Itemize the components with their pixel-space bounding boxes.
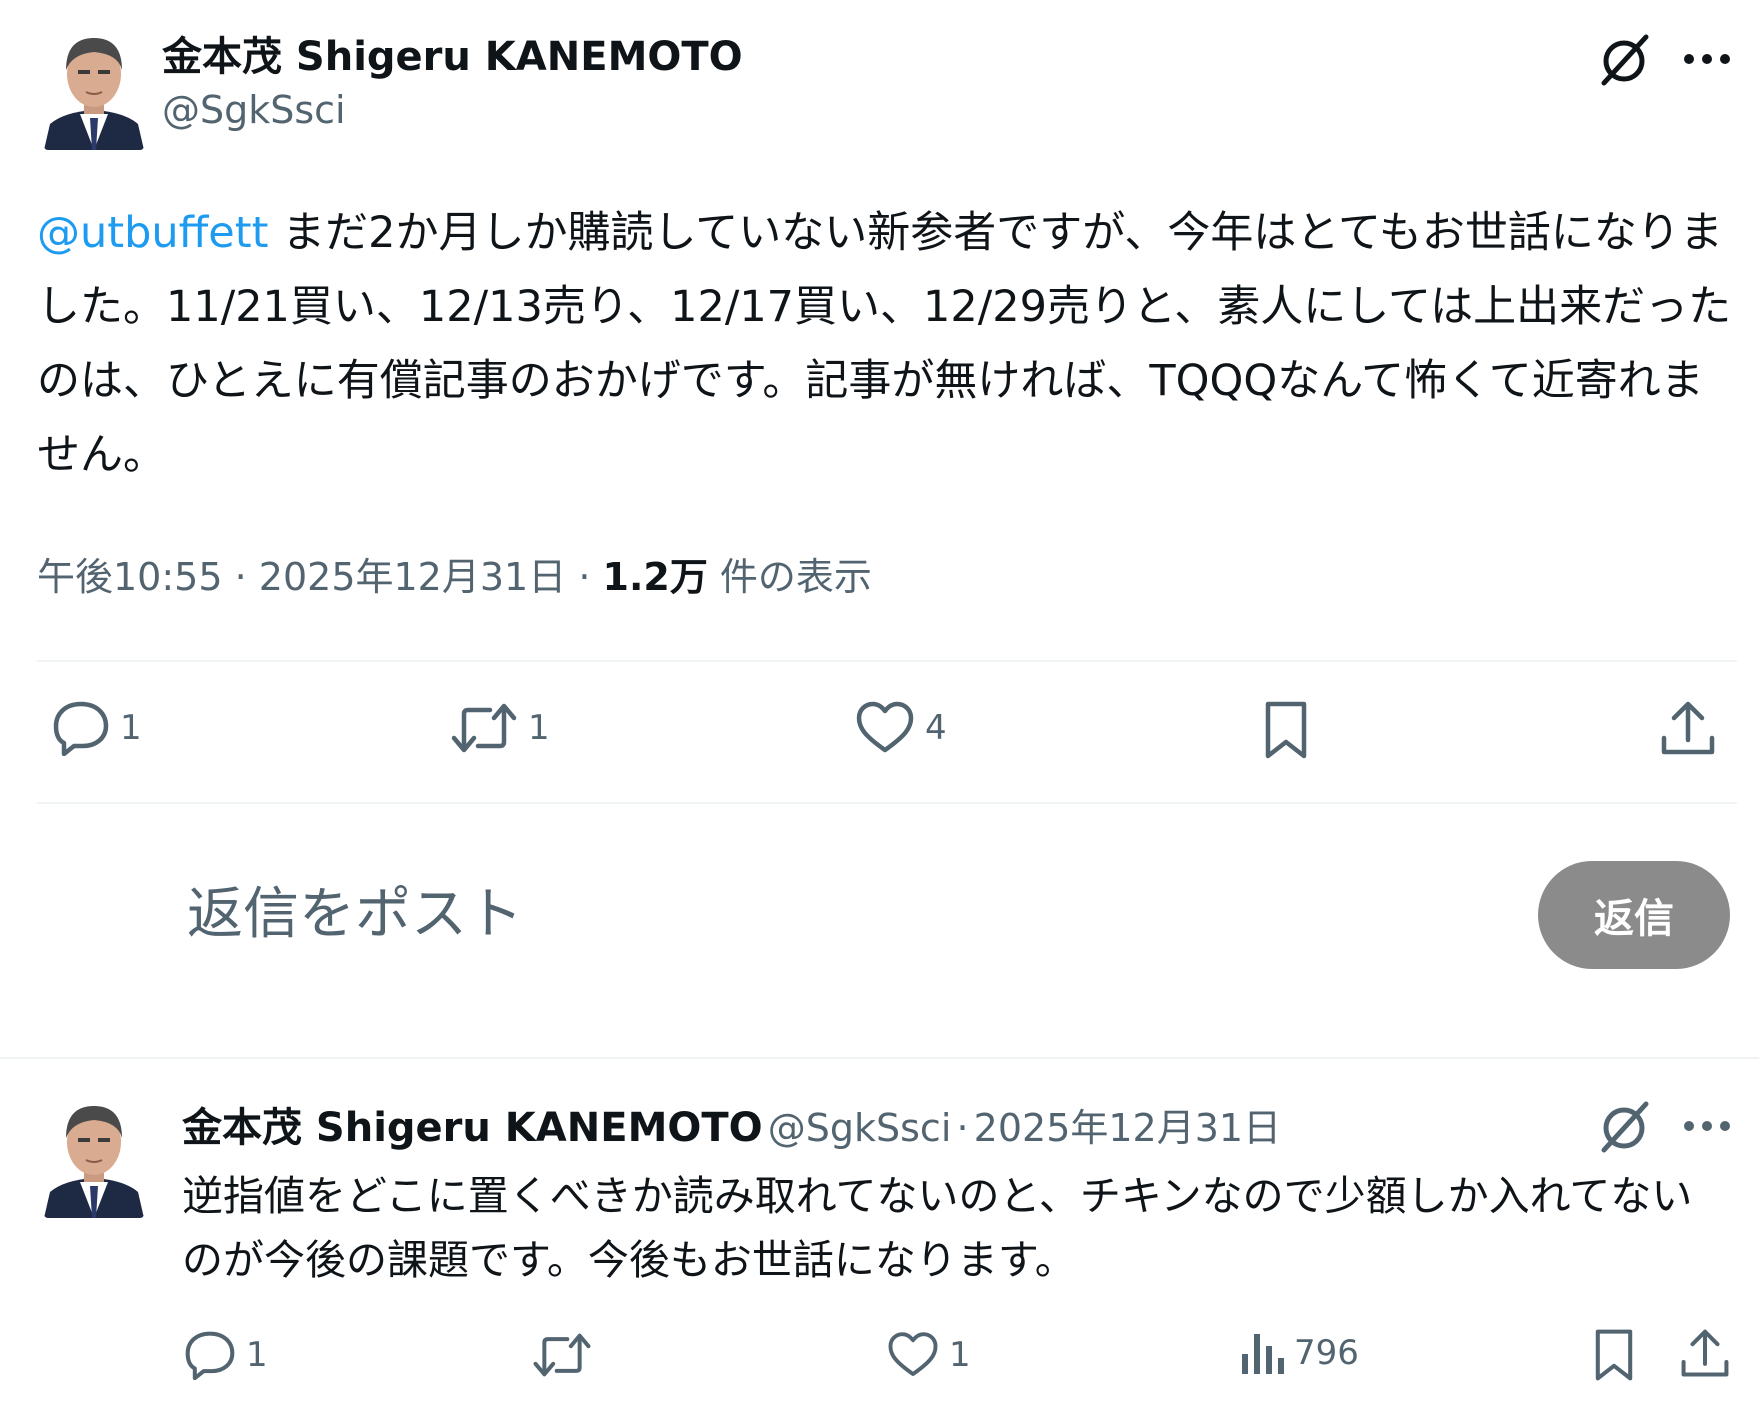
reply-submit-button[interactable]: 返信 — [1538, 861, 1730, 969]
divider — [37, 802, 1737, 804]
reply-bookmark-button[interactable] — [1592, 1328, 1636, 1382]
reply-button[interactable]: 1 — [52, 700, 142, 756]
divider — [37, 660, 1737, 662]
share-button[interactable] — [1660, 700, 1716, 758]
reply-author-avatar[interactable] — [44, 1094, 144, 1218]
tweet-date[interactable]: 2025年12月31日 — [259, 555, 566, 599]
speech-bubble-icon — [53, 701, 109, 756]
tweet-time[interactable]: 午後10:55 — [37, 555, 223, 599]
reply-like-count: 1 — [949, 1335, 971, 1375]
bar-chart-icon — [1242, 1334, 1284, 1374]
reply-text: 逆指値をどこに置くべきか読み取れてないのと、チキンなので少額しか入れてないのが今… — [182, 1172, 1693, 1284]
reply-like-button[interactable]: 1 — [887, 1330, 971, 1380]
reply-author-handle[interactable]: @SgkSsci — [768, 1106, 952, 1150]
author-handle[interactable]: @SgkSsci — [162, 86, 346, 134]
reply-retweet-button[interactable] — [532, 1330, 592, 1380]
speech-bubble-icon — [185, 1331, 235, 1380]
reply-share-button[interactable] — [1680, 1328, 1730, 1380]
bookmark-icon — [1265, 701, 1307, 759]
reply-reply-button[interactable]: 1 — [184, 1330, 268, 1380]
heart-icon — [856, 701, 914, 753]
reply-input[interactable]: 返信をポスト — [187, 880, 523, 950]
like-button[interactable]: 4 — [855, 700, 947, 756]
reply-views-count: 796 — [1294, 1333, 1359, 1373]
share-upload-icon — [1661, 701, 1715, 755]
reply-reply-count: 1 — [246, 1335, 268, 1375]
bookmark-icon — [1595, 1329, 1633, 1381]
retweet-button[interactable]: 1 — [450, 700, 550, 756]
author-avatar[interactable] — [44, 26, 144, 150]
tweet-body-text: まだ2か月しか購読していない新参者ですが、今年はとてもお世話になりました。11/… — [37, 208, 1732, 480]
heart-icon — [888, 1332, 938, 1377]
more-dots-icon[interactable] — [1675, 27, 1739, 91]
tweet-meta: 午後10:55 · 2025年12月31日 · 1.2万 件の表示 — [37, 555, 872, 599]
retweet-arrows-icon — [451, 703, 517, 753]
retweet-arrows-icon — [533, 1333, 591, 1377]
reply-date[interactable]: 2025年12月31日 — [974, 1106, 1281, 1150]
more-dots-icon[interactable] — [1675, 1094, 1739, 1158]
retweet-count: 1 — [528, 708, 550, 748]
grok-slash-icon[interactable] — [1592, 27, 1656, 91]
tweet-text: @utbuffett まだ2か月しか購読していない新参者ですが、今年はとてもお世… — [37, 196, 1737, 492]
grok-slash-icon[interactable] — [1592, 1094, 1656, 1158]
divider — [0, 1057, 1759, 1059]
author-name[interactable]: 金本茂 Shigeru KANEMOTO — [162, 32, 743, 82]
bookmark-button[interactable] — [1262, 700, 1310, 760]
reply-count: 1 — [120, 708, 142, 748]
views-count: 1.2万 — [602, 555, 708, 599]
reply-views-button[interactable]: 796 — [1240, 1330, 1359, 1376]
reply-author-name[interactable]: 金本茂 Shigeru KANEMOTO — [182, 1105, 763, 1151]
share-upload-icon — [1681, 1329, 1729, 1377]
mention-link[interactable]: @utbuffett — [37, 208, 268, 258]
reply-header: 金本茂 Shigeru KANEMOTO @SgkSsci · 2025年12月… — [182, 1105, 1282, 1151]
views-label: 件の表示 — [719, 555, 872, 599]
like-count: 4 — [925, 708, 947, 748]
